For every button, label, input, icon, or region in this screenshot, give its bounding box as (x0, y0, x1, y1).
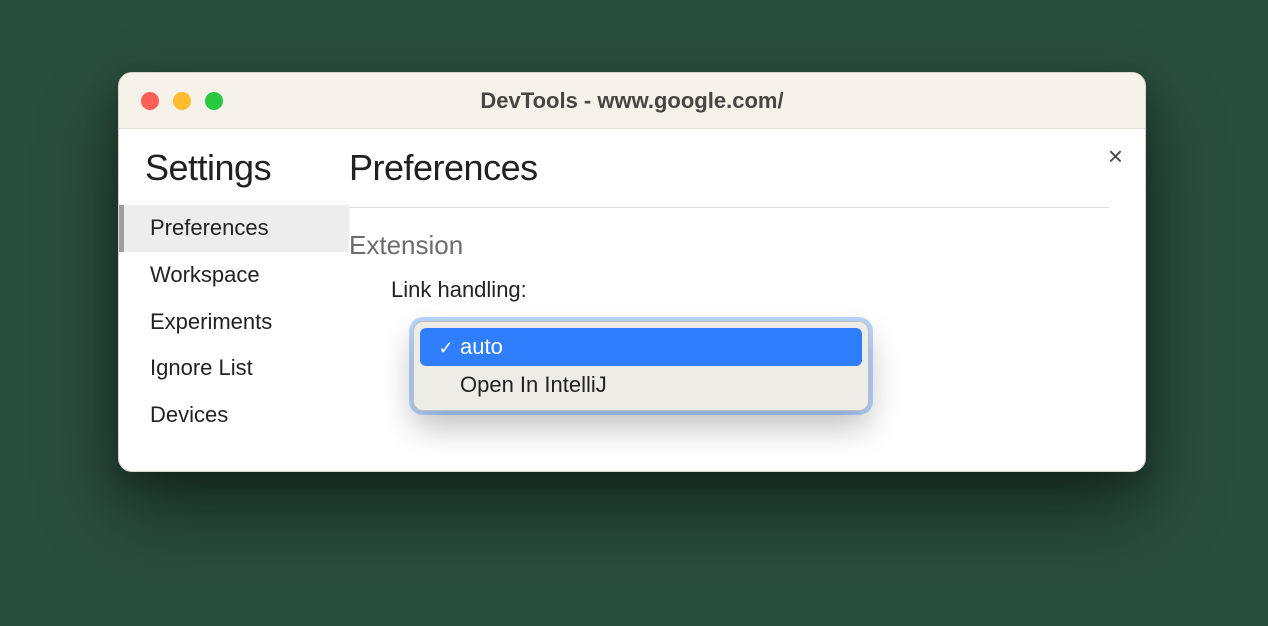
check-icon: ✓ (432, 334, 460, 360)
dropdown-option-label: auto (460, 334, 503, 360)
link-handling-dropdown[interactable]: ✓ auto Open In IntelliJ (413, 321, 869, 411)
traffic-lights (119, 92, 223, 110)
devtools-window: DevTools - www.google.com/ × Settings Pr… (118, 72, 1146, 472)
sidebar-item-label: Ignore List (150, 355, 253, 380)
sidebar-item-label: Preferences (150, 215, 269, 240)
sidebar-item-workspace[interactable]: Workspace (119, 252, 349, 299)
sidebar-item-devices[interactable]: Devices (119, 392, 349, 439)
dropdown-option-label: Open In IntelliJ (460, 372, 607, 398)
sidebar-item-label: Devices (150, 402, 228, 427)
content-area: × Settings Preferences Workspace Experim… (119, 129, 1145, 471)
dropdown-option-open-in-intellij[interactable]: Open In IntelliJ (420, 366, 862, 404)
sidebar-item-label: Experiments (150, 309, 272, 334)
sidebar-item-ignore-list[interactable]: Ignore List (119, 345, 349, 392)
preferences-panel: Preferences Extension Link handling: ✓ a… (349, 129, 1145, 471)
close-window-icon[interactable] (141, 92, 159, 110)
section-heading: Extension (349, 230, 1109, 261)
sidebar-item-preferences[interactable]: Preferences (119, 205, 349, 252)
minimize-window-icon[interactable] (173, 92, 191, 110)
zoom-window-icon[interactable] (205, 92, 223, 110)
panel-title: Preferences (349, 143, 1109, 208)
titlebar: DevTools - www.google.com/ (119, 73, 1145, 129)
sidebar-item-label: Workspace (150, 262, 260, 287)
sidebar-heading: Settings (119, 143, 349, 205)
dropdown-option-auto[interactable]: ✓ auto (420, 328, 862, 366)
window-title: DevTools - www.google.com/ (119, 88, 1145, 114)
sidebar-item-experiments[interactable]: Experiments (119, 299, 349, 346)
settings-sidebar: Settings Preferences Workspace Experimen… (119, 129, 349, 471)
link-handling-label: Link handling: (391, 277, 1109, 303)
